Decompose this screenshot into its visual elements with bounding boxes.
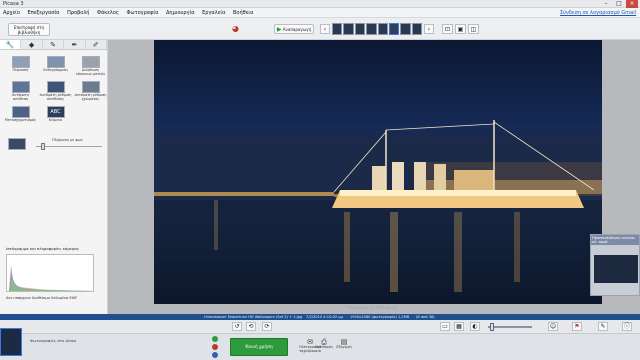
eye-icon <box>81 56 100 68</box>
menu-file[interactable]: Αρχείο <box>0 8 23 18</box>
minimize-icon[interactable]: – <box>600 0 612 8</box>
histogram-graph <box>6 254 94 292</box>
tray-thumbnail[interactable] <box>0 328 22 356</box>
fit-view-icon[interactable]: ⊡ <box>442 24 453 34</box>
zoom-slider[interactable] <box>488 326 532 328</box>
thumbnail-strip <box>332 23 422 35</box>
thumbnail[interactable] <box>377 23 388 35</box>
slideshow-play-button[interactable]: ▶ Αναπαραγωγή <box>274 24 314 34</box>
window-titlebar: Picasa 3 – □ × <box>0 0 640 8</box>
preview-popout-label: Προεπισκόπηση εικόνας ολ. προβ. <box>591 235 639 245</box>
photo-caption: Wallpaper_St.Petersburg <box>348 305 398 310</box>
menu-view[interactable]: Προβολή <box>64 8 92 18</box>
straighten-button[interactable]: Ευθυγράμμιση <box>39 56 72 79</box>
hold-icon[interactable] <box>212 336 218 342</box>
tab-extra-effects-icon[interactable]: ✐ <box>86 40 108 49</box>
grid-icon[interactable]: ▦ <box>454 322 464 331</box>
thumbnail[interactable] <box>354 23 366 35</box>
tab-more-effects-icon[interactable]: ✒ <box>64 40 86 49</box>
zoom-icon[interactable]: ◐ <box>470 322 480 331</box>
maximize-icon[interactable]: □ <box>613 0 625 8</box>
rotate-ccw-icon[interactable]: ⟲ <box>246 322 256 331</box>
action-bar: Φωτογραφίες στο Δίσκο Κοινή χρήση ✉ Ηλεκτ… <box>0 328 640 360</box>
edit-panel: 🔧 ◆ ✎ ✒ ✐ Περικοπή Ευθυγράμμιση Διόρθωση… <box>0 40 108 314</box>
contrast-icon <box>46 81 65 93</box>
back-to-library-button[interactable]: Επιστροφή στη βιβλιοθήκη <box>8 23 50 36</box>
rotate-right-icon[interactable]: ⟳ <box>262 322 272 331</box>
histogram-label: Ιστόγραμμα και πληροφορίες κάμερας <box>6 246 80 251</box>
play-label: Αναπαραγωγή <box>282 27 312 32</box>
info-icon[interactable]: ⓘ <box>622 322 632 331</box>
tab-effects-icon[interactable]: ✎ <box>43 40 65 49</box>
close-icon[interactable]: × <box>626 0 638 8</box>
window-title: Picasa 3 <box>3 1 24 7</box>
fill-light-icon <box>8 138 26 150</box>
menu-tools[interactable]: Εργαλεία <box>199 8 228 18</box>
next-icon[interactable]: › <box>424 24 434 34</box>
main-photo[interactable] <box>154 40 602 304</box>
menu-bar: Αρχείο Επεξεργασία Προβολή Φάκελος Φωτογ… <box>0 8 640 18</box>
menu-create[interactable]: Δημιουργία <box>163 8 198 18</box>
exif-info: Δεν υπάρχουν διαθέσιμα δεδομένα EXIF <box>6 296 78 300</box>
crop-button[interactable]: Περικοπή <box>4 56 37 79</box>
menu-help[interactable]: Βοήθεια <box>230 8 256 18</box>
layout-icon[interactable]: ▭ <box>440 322 450 331</box>
tray-label: Φωτογραφίες στο Δίσκο <box>30 338 77 343</box>
previous-icon[interactable]: ‹ <box>320 24 330 34</box>
menu-edit[interactable]: Επεξεργασία <box>25 8 63 18</box>
share-button[interactable]: Κοινή χρήση <box>230 338 288 356</box>
text-button[interactable]: ABC Κείμενο <box>39 106 72 129</box>
thumbnail[interactable] <box>400 23 411 35</box>
thumbnail[interactable] <box>366 23 377 35</box>
location-pin-icon[interactable]: ⚑ <box>572 322 582 331</box>
color-wheel-icon[interactable]: ◕ <box>232 25 239 33</box>
preview-popout[interactable]: Προεπισκόπηση εικόνας ολ. προβ. <box>590 234 640 296</box>
zoom-slider-knob[interactable] <box>490 323 494 331</box>
fill-light-row: Πλήρωση με φως <box>8 138 104 150</box>
rotate-left-icon[interactable]: ↺ <box>232 322 242 331</box>
redeye-button[interactable]: Διόρθωση κόκκινων ματιών <box>74 56 107 79</box>
histogram-panel: Ιστόγραμμα και πληροφορίες κάμερας Δεν υ… <box>6 246 102 306</box>
color-icon <box>81 81 100 93</box>
retouch-button[interactable]: Μετασχηματισμός <box>4 106 37 129</box>
autocontrast-button[interactable]: Αυτόματη αντίθεση <box>4 81 37 104</box>
edit-tabs: 🔧 ◆ ✎ ✒ ✐ <box>0 40 108 50</box>
fill-light-slider-knob[interactable] <box>41 143 46 150</box>
thumbnail[interactable] <box>343 23 354 35</box>
thumbnail-selected[interactable] <box>388 23 400 35</box>
people-icon[interactable]: ☺ <box>548 322 558 331</box>
crop-icon <box>11 56 30 68</box>
retouch-icon <box>11 106 30 118</box>
tab-tuning-icon[interactable]: ◆ <box>21 40 43 49</box>
add-icon[interactable] <box>212 352 218 358</box>
preview-thumbnail <box>594 255 638 283</box>
actual-size-icon[interactable]: ▣ <box>455 24 466 34</box>
autocolor-button[interactable]: Αυτόματη ρύθμιση χρώματος <box>74 81 107 104</box>
tab-basic-fixes-icon[interactable]: 🔧 <box>0 40 22 49</box>
toolbar: Επιστροφή στη βιβλιοθήκη ◕ ▶ Αναπαραγωγή… <box>0 18 640 40</box>
compare-icon[interactable]: ◫ <box>468 24 479 34</box>
sign-in-link[interactable]: Σύνδεση σε λογαριασμό Gmail <box>560 8 636 18</box>
thumbnail[interactable] <box>411 23 422 35</box>
autocontrast-icon <box>11 81 30 93</box>
clear-icon[interactable] <box>212 344 218 350</box>
autocontrast-adjust-button[interactable]: Αυτόματη ρύθμιση αντίθεσης <box>39 81 72 104</box>
effects-grid: Περικοπή Ευθυγράμμιση Διόρθωση κόκκινων … <box>0 50 107 129</box>
fill-light-slider[interactable] <box>36 146 102 147</box>
tags-icon[interactable]: ✎ <box>598 322 608 331</box>
straighten-icon <box>46 56 65 68</box>
fill-light-label: Πλήρωση με φως <box>52 138 83 142</box>
text-icon: ABC <box>46 106 65 118</box>
thumbnail[interactable] <box>332 23 343 35</box>
menu-picture[interactable]: Φωτογραφία <box>123 8 161 18</box>
photo-viewer: Wallpaper_St.Petersburg Προεπισκόπηση ει… <box>108 40 640 314</box>
export-button[interactable]: ▤ Εξαγωγή <box>330 338 358 356</box>
menu-folder[interactable]: Φάκελος <box>94 8 122 18</box>
bottom-toolbar: ↺ ⟲ ⟳ ▭ ▦ ◐ ☺ ⚑ ✎ ⓘ <box>0 320 640 334</box>
play-icon: ▶ <box>276 26 282 33</box>
